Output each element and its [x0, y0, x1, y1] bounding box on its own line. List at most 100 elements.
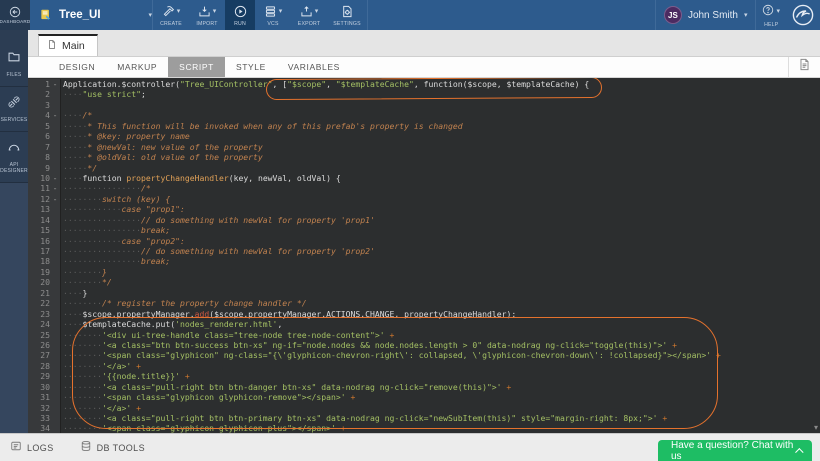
chevron-down-icon: ▾ — [744, 12, 748, 19]
wave-logo-icon — [791, 3, 815, 27]
fold-spacer — [50, 288, 60, 298]
line-number: 15 — [28, 225, 50, 235]
subtab-style[interactable]: STYLE — [225, 57, 277, 77]
gutter-cell: 12- — [28, 194, 61, 204]
scroll-down-arrow[interactable]: ▾ — [814, 424, 818, 432]
gutter-cell: 30 — [28, 382, 61, 392]
menu-export[interactable]: ▾EXPORT — [291, 0, 327, 30]
project-name: Tree_UI — [59, 9, 142, 21]
code-text: ············case "prop1": — [61, 204, 185, 214]
sidebar-item-api-designer[interactable]: API DESIGNER — [0, 132, 28, 183]
dashboard-button[interactable]: DASHBOARD — [0, 0, 30, 30]
code-token: '<span class="glyphicon" ng-class="{\'gl… — [102, 350, 711, 360]
fold-marker[interactable]: - — [50, 79, 60, 89]
run-icon — [234, 5, 247, 18]
dashboard-back-icon — [9, 6, 21, 18]
fold-marker[interactable]: - — [50, 194, 60, 204]
gutter-cell: 15 — [28, 225, 61, 235]
project-selector[interactable]: Tree_UI ▾ — [30, 0, 152, 30]
indent-dots: ········ — [63, 361, 102, 371]
line-number: 29 — [28, 371, 50, 381]
code-text: ·····* @oldVal: old value of the propert… — [61, 152, 263, 162]
code-text: ········*/ — [61, 277, 112, 287]
bottom-item-label: DB TOOLS — [97, 443, 145, 453]
indent-dots: ················ — [63, 225, 141, 235]
indent-dots: ········ — [63, 298, 102, 308]
code-text: ········} — [61, 267, 107, 277]
code-line: 17················// do something with n… — [28, 246, 820, 256]
indent-dots: ············ — [63, 236, 121, 246]
bottom-item-db-tools[interactable]: DB TOOLS — [80, 439, 145, 457]
gutter-cell: 26 — [28, 340, 61, 350]
code-line: 13············case "prop1": — [28, 204, 820, 214]
code-token: '<span class="glyphicon glyphicon-remove… — [102, 392, 346, 402]
code-token: */ — [87, 163, 97, 173]
gutter-cell: 24 — [28, 319, 61, 329]
fold-spacer — [50, 267, 60, 277]
code-token: } — [102, 267, 107, 277]
line-number: 2 — [28, 89, 50, 99]
code-text: ················break; — [61, 225, 170, 235]
topbar-menus: ▾CREATE▾IMPORTRUN▾VCS▾EXPORTSETTINGS — [152, 0, 368, 30]
gutter-cell: 25 — [28, 330, 61, 340]
code-editor[interactable]: 1-Application.$controller("Tree_UIContro… — [28, 78, 820, 433]
code-token: // do something with newVal for property… — [141, 215, 375, 225]
subtabs: DESIGNMARKUPSCRIPTSTYLEVARIABLES — [48, 57, 351, 77]
fold-spacer — [50, 423, 60, 433]
user-name: John Smith — [688, 10, 738, 21]
fold-marker[interactable]: - — [50, 183, 60, 193]
fold-spacer — [50, 392, 60, 402]
settings-icon — [341, 5, 354, 18]
chat-widget-button[interactable]: Have a question? Chat with us — [658, 440, 812, 461]
subtab-script[interactable]: SCRIPT — [168, 57, 225, 77]
fold-spacer — [50, 142, 60, 152]
fold-marker[interactable]: - — [50, 173, 60, 183]
menu-label: VCS — [267, 21, 278, 27]
code-text: ····$templateCache.put('nodes_renderer.h… — [61, 319, 282, 329]
code-token: "$templateCache" — [336, 79, 414, 89]
line-number: 30 — [28, 382, 50, 392]
subtab-variables[interactable]: VARIABLES — [277, 57, 351, 77]
help-button[interactable]: ▾ HELP — [755, 0, 786, 30]
gutter-cell: 22 — [28, 298, 61, 308]
fold-spacer — [50, 403, 60, 413]
chevron-down-icon: ▾ — [279, 8, 283, 15]
bottom-item-logs[interactable]: LOGS — [10, 439, 54, 457]
menu-settings[interactable]: SETTINGS — [327, 0, 367, 30]
menu-import[interactable]: ▾IMPORT — [189, 0, 225, 30]
sidebar-item-services[interactable]: SERVICES — [0, 87, 28, 132]
help-icon — [762, 3, 774, 21]
user-menu[interactable]: JS John Smith ▾ — [655, 0, 756, 30]
format-file-button[interactable] — [788, 57, 820, 77]
subtab-design[interactable]: DESIGN — [48, 57, 106, 77]
code-line: 10-····function propertyChangeHandler(ke… — [28, 173, 820, 183]
code-line: 12-········switch (key) { — [28, 194, 820, 204]
code-token: Application.$controller( — [63, 79, 180, 89]
gutter-cell: 23 — [28, 309, 61, 319]
subtab-markup[interactable]: MARKUP — [106, 57, 168, 77]
code-line: 27········'<span class="glyphicon" ng-cl… — [28, 350, 820, 360]
menu-run[interactable]: RUN — [225, 0, 255, 30]
menu-vcs[interactable]: ▾VCS — [255, 0, 291, 30]
fold-spacer — [50, 371, 60, 381]
hammer-icon — [162, 5, 175, 18]
menu-create[interactable]: ▾CREATE — [153, 0, 189, 30]
code-token: */ — [102, 277, 112, 287]
code-line: 9·····*/ — [28, 163, 820, 173]
indent-dots: ···· — [63, 173, 83, 183]
menu-icon-group: ▾ — [264, 4, 283, 20]
code-text: ················/* — [61, 183, 151, 193]
tab-main[interactable]: Main — [38, 34, 98, 56]
indent-dots: ········ — [63, 277, 102, 287]
sidebar-item-files[interactable]: FILES — [0, 42, 28, 87]
ide-window: DASHBOARD Tree_UI ▾ ▾CREATE▾IMPORTRUN▾VC… — [0, 0, 820, 461]
menu-label: RUN — [234, 21, 246, 27]
menu-label: IMPORT — [196, 21, 217, 27]
code-token: /* — [83, 110, 93, 120]
gutter-cell: 11- — [28, 183, 61, 193]
line-number: 31 — [28, 392, 50, 402]
fold-marker[interactable]: - — [50, 110, 60, 120]
line-number: 33 — [28, 413, 50, 423]
code-line: 8·····* @oldVal: old value of the proper… — [28, 152, 820, 162]
code-text: ·····* @key: property name — [61, 131, 190, 141]
